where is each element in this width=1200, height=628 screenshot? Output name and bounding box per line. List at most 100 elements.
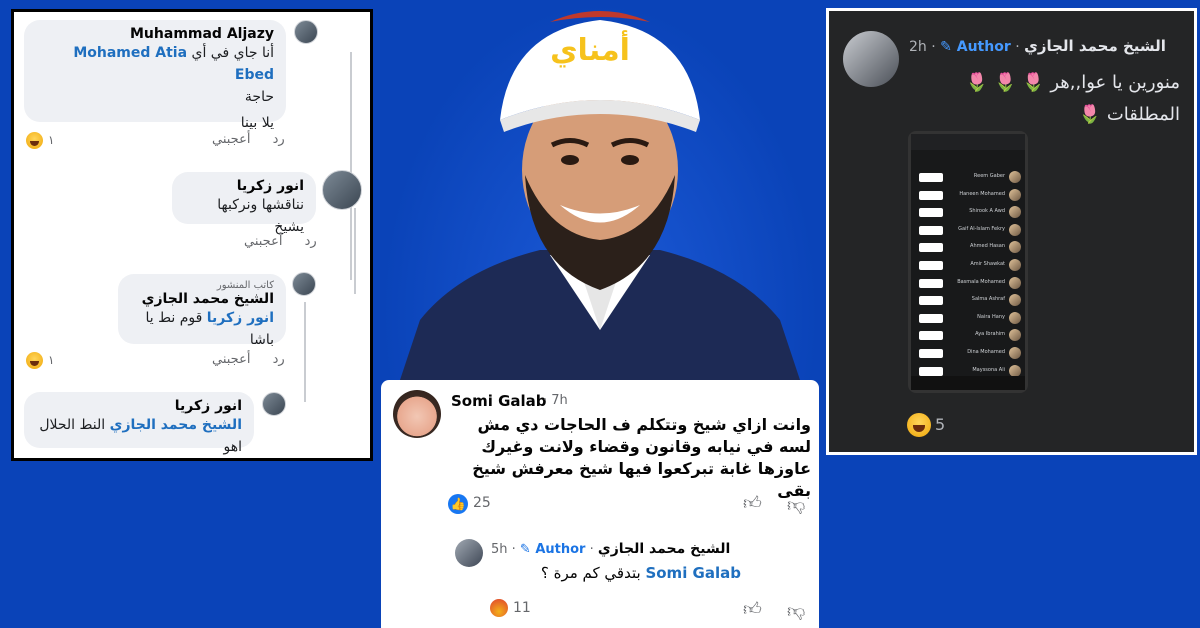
comment-bubble: انور زكريا الشيخ محمد الجازي النط الحلال… (24, 392, 254, 455)
reply-body: بتدقي كم مرة ؟ (540, 564, 641, 582)
reply-header: 5h · ✎ Author · الشيخ محمد الجازي (491, 541, 731, 557)
phone-contact-avatar (1009, 276, 1021, 289)
thumb-up-icon[interactable]: 👍︎ (743, 598, 762, 620)
laugh-reaction-icon (907, 413, 931, 437)
post-line: المطلقات (1106, 104, 1180, 125)
phone-contact-name: Amir Shawkat (970, 261, 1005, 267)
commenter-name[interactable]: Muhammad Aljazy (36, 26, 274, 42)
phone-contact-avatar (1009, 347, 1021, 359)
phone-contact-avatar (1009, 171, 1021, 183)
thumb-up-icon[interactable]: 👍︎ (743, 492, 762, 514)
angry-count: 11 (513, 600, 531, 616)
comment-time: · 7h (543, 393, 568, 408)
like-link[interactable]: أعجبني (212, 132, 250, 147)
comment-text: أنا جاي في أي (191, 45, 275, 61)
phone-contact-avatar (1009, 241, 1021, 254)
mention-link[interactable]: الشيخ محمد الجازي (110, 417, 242, 433)
phone-list-row: Amir Shawkat (915, 258, 1023, 274)
author-label: Author (956, 39, 1011, 55)
avatar[interactable] (393, 390, 441, 438)
phone-list-row: Salma Ashraf (915, 293, 1023, 309)
phone-mute-button (919, 331, 943, 341)
avatar[interactable] (322, 170, 362, 210)
post-author-name[interactable]: الشيخ محمد الجازي (1024, 37, 1166, 55)
like-reaction-icon: 👍 (448, 494, 468, 514)
comment-text: وانت ازاي شيخ وتتكلم ف الحاجات دي مش لسه… (472, 415, 811, 500)
phone-contact-avatar (1009, 294, 1021, 307)
commenter-name[interactable]: انور زكريا (36, 398, 242, 414)
comment-bubble: انور زكريا نناقشها ونركبها يشيخ (172, 172, 316, 235)
phone-list-row: Ahmed Hasan (915, 240, 1023, 256)
avatar[interactable] (262, 392, 286, 416)
reaction-count: ١ (48, 353, 55, 367)
post-text: منورين يا عوا,,هر 🌷 🌷 🌷 المطلقات 🌷 (880, 67, 1180, 131)
author-badge: ✎ Author (519, 542, 586, 557)
phone-mute-button (919, 190, 943, 200)
comment-text: نناقشها ونركبها يشيخ (217, 197, 304, 235)
commenter-name[interactable]: Somi Galab (451, 392, 547, 410)
phone-mute-button (919, 349, 943, 358)
phone-contact-name: Naira Hany (977, 313, 1005, 320)
phone-contact-name: Reem Gaber (973, 173, 1005, 179)
phone-contact-name: Shirook A Awd (969, 208, 1005, 215)
like-count: 25 (473, 495, 491, 511)
commenter-name[interactable]: انور زكريا (184, 178, 304, 194)
phone-nav-bar (911, 376, 1025, 390)
phone-contact-avatar (1009, 364, 1021, 377)
avatar[interactable] (455, 539, 483, 567)
phone-contact-name: Basmala Mohamed (957, 278, 1005, 285)
phone-list-row: Reem Gaber (915, 170, 1023, 186)
thread-line (304, 302, 306, 402)
like-link[interactable]: أعجبني (244, 234, 282, 249)
phone-list-row: Shirook A Awd (915, 205, 1023, 221)
like-link[interactable]: أعجبني (212, 352, 250, 367)
reply-author-name[interactable]: الشيخ محمد الجازي (598, 541, 730, 557)
phone-mute-button (919, 208, 943, 218)
phone-screenshot: Reem Gaber Haneen Mohamed Shirook A Awd Gai… (908, 131, 1028, 393)
phone-mute-button (919, 173, 943, 182)
reply-link[interactable]: رد (273, 132, 285, 147)
thumb-down-icon[interactable]: 👎︎ (787, 494, 805, 516)
tulip-icon: 🌷 (965, 72, 989, 93)
phone-mute-button (919, 261, 943, 270)
phone-contact-avatar (1009, 329, 1021, 342)
phone-mute-button (919, 243, 943, 253)
author-badge: ✎ Author (940, 39, 1011, 55)
thumb-down-icon[interactable]: 👎︎ (787, 600, 805, 622)
right-post-screenshot: 2h · ✎ Author · الشيخ محمد الجازي منورين… (826, 8, 1197, 455)
phone-contact-name: Gaif Al-Islam Fekry (958, 225, 1005, 232)
post-header: 2h · ✎ Author · الشيخ محمد الجازي (909, 37, 1166, 55)
phone-list-row: Aya Ibrahim (915, 328, 1023, 344)
reply-text: Somi Galab بتدقي كم مرة ؟ (491, 564, 741, 582)
reaction-count: ١ (48, 133, 55, 147)
comment-actions: رد أعجبني (226, 234, 317, 249)
phone-list-row: Basmala Mohamed (915, 276, 1023, 292)
avatar[interactable] (292, 272, 316, 296)
phone-contact-avatar (1009, 259, 1021, 271)
comment-text: يلا بينا (240, 115, 274, 131)
phone-mute-button (919, 313, 943, 323)
comment-bubble: Muhammad Aljazy أنا جاي في أي Mohamed At… (24, 20, 286, 131)
tulip-icon: 🌷 (1078, 104, 1102, 125)
tulip-icon: 🌷 (1022, 72, 1045, 93)
avatar[interactable] (294, 20, 318, 44)
mention-link[interactable]: انور زكريا (207, 310, 274, 326)
reply-link[interactable]: رد (305, 234, 317, 249)
comment-actions: رد أعجبني (194, 352, 285, 367)
commenter-name[interactable]: الشيخ محمد الجازي (130, 291, 274, 307)
comment-text: حاجة (244, 89, 274, 105)
reply-link[interactable]: رد (273, 352, 285, 367)
comment-bubble: كاتب المنشور الشيخ محمد الجازي انور زكري… (118, 274, 286, 348)
reply-time: 5h · (491, 542, 516, 557)
post-line: منورين يا عوا,,هر (1050, 72, 1180, 93)
phone-contact-avatar (1009, 206, 1021, 219)
phone-mute-button (919, 296, 943, 306)
phone-contact-avatar (1009, 311, 1021, 324)
phone-mute-button (919, 366, 943, 376)
center-comment-card: Somi Galab · 7h وانت ازاي شيخ وتتكلم ف ا… (381, 380, 819, 628)
mention-link[interactable]: Somi Galab (645, 564, 741, 582)
laugh-reaction-icon (26, 352, 43, 369)
laugh-reaction-icon (26, 132, 43, 149)
author-label: Author (535, 542, 586, 557)
phone-contact-name: Aya Ibrahim (975, 331, 1005, 338)
